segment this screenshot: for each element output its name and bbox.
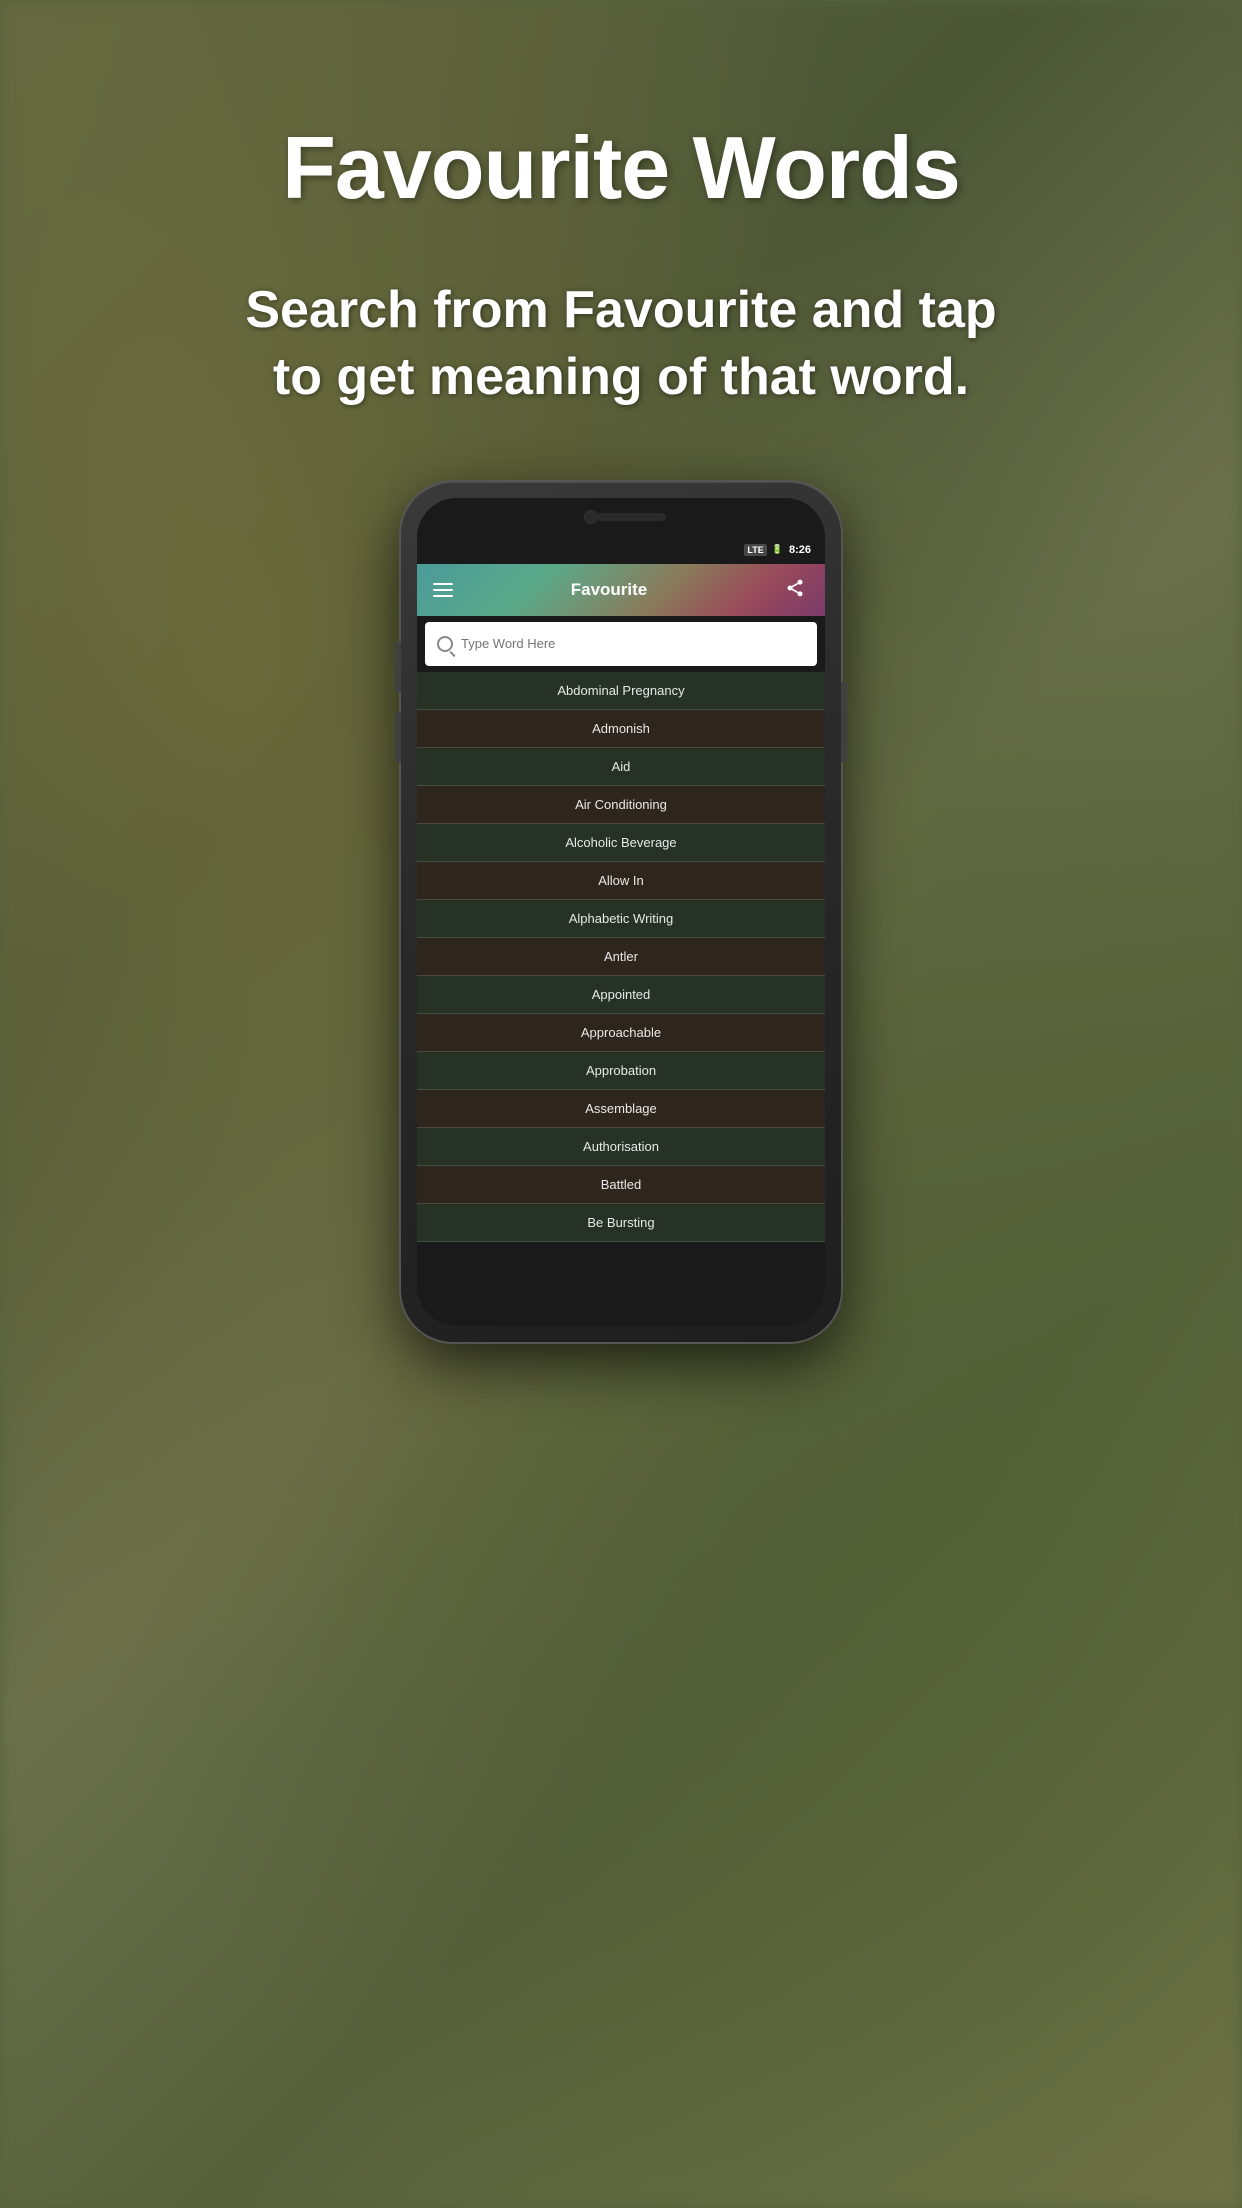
word-item[interactable]: Battled xyxy=(417,1166,825,1204)
page-subtitle: Search from Favourite and tap to get mea… xyxy=(171,277,1071,412)
word-item[interactable]: Alcoholic Beverage xyxy=(417,824,825,862)
word-item[interactable]: Abdominal Pregnancy xyxy=(417,672,825,710)
word-item[interactable]: Authorisation xyxy=(417,1128,825,1166)
word-item[interactable]: Appointed xyxy=(417,976,825,1014)
search-input[interactable] xyxy=(461,636,805,651)
phone-screen: LTE 🔋 8:26 Favourite xyxy=(417,498,825,1326)
word-text: Admonish xyxy=(592,721,650,736)
word-text: Approachable xyxy=(581,1025,661,1040)
phone-mockup: LTE 🔋 8:26 Favourite xyxy=(401,482,841,1342)
word-text: Appointed xyxy=(592,987,651,1002)
word-text: Allow In xyxy=(598,873,644,888)
word-item[interactable]: Air Conditioning xyxy=(417,786,825,824)
word-text: Air Conditioning xyxy=(575,797,667,812)
word-item[interactable]: Be Bursting xyxy=(417,1204,825,1242)
word-item[interactable]: Approbation xyxy=(417,1052,825,1090)
word-text: Approbation xyxy=(586,1063,656,1078)
word-item[interactable]: Alphabetic Writing xyxy=(417,900,825,938)
search-bar[interactable] xyxy=(425,622,817,666)
word-text: Abdominal Pregnancy xyxy=(557,683,684,698)
word-text: Assemblage xyxy=(585,1101,657,1116)
word-text: Antler xyxy=(604,949,638,964)
word-item[interactable]: Antler xyxy=(417,938,825,976)
phone-body: LTE 🔋 8:26 Favourite xyxy=(401,482,841,1342)
share-button[interactable] xyxy=(785,578,809,602)
word-item[interactable]: Approachable xyxy=(417,1014,825,1052)
word-text: Authorisation xyxy=(583,1139,659,1154)
phone-top-bar xyxy=(417,498,825,536)
word-text: Battled xyxy=(601,1177,641,1192)
app-toolbar: Favourite xyxy=(417,564,825,616)
status-icons: LTE 🔋 xyxy=(744,544,783,556)
word-text: Alcoholic Beverage xyxy=(565,835,676,850)
phone-speaker xyxy=(596,513,666,521)
word-text: Alphabetic Writing xyxy=(569,911,674,926)
lte-icon: LTE xyxy=(744,544,766,556)
status-time: 8:26 xyxy=(789,544,811,556)
word-text: Aid xyxy=(612,759,631,774)
word-list: Abdominal Pregnancy Admonish Aid Air Condit… xyxy=(417,672,825,1326)
word-text: Be Bursting xyxy=(587,1215,654,1230)
word-item[interactable]: Admonish xyxy=(417,710,825,748)
search-icon xyxy=(437,636,453,652)
word-item[interactable]: Allow In xyxy=(417,862,825,900)
toolbar-title: Favourite xyxy=(433,580,785,600)
main-content: Favourite Words Search from Favourite an… xyxy=(0,0,1242,2208)
page-title: Favourite Words xyxy=(282,120,960,217)
battery-icon: 🔋 xyxy=(772,544,783,555)
status-bar: LTE 🔋 8:26 xyxy=(417,536,825,564)
app-screen: Abdominal Pregnancy Admonish Aid Air Condit… xyxy=(417,616,825,1326)
word-item[interactable]: Aid xyxy=(417,748,825,786)
word-item[interactable]: Assemblage xyxy=(417,1090,825,1128)
